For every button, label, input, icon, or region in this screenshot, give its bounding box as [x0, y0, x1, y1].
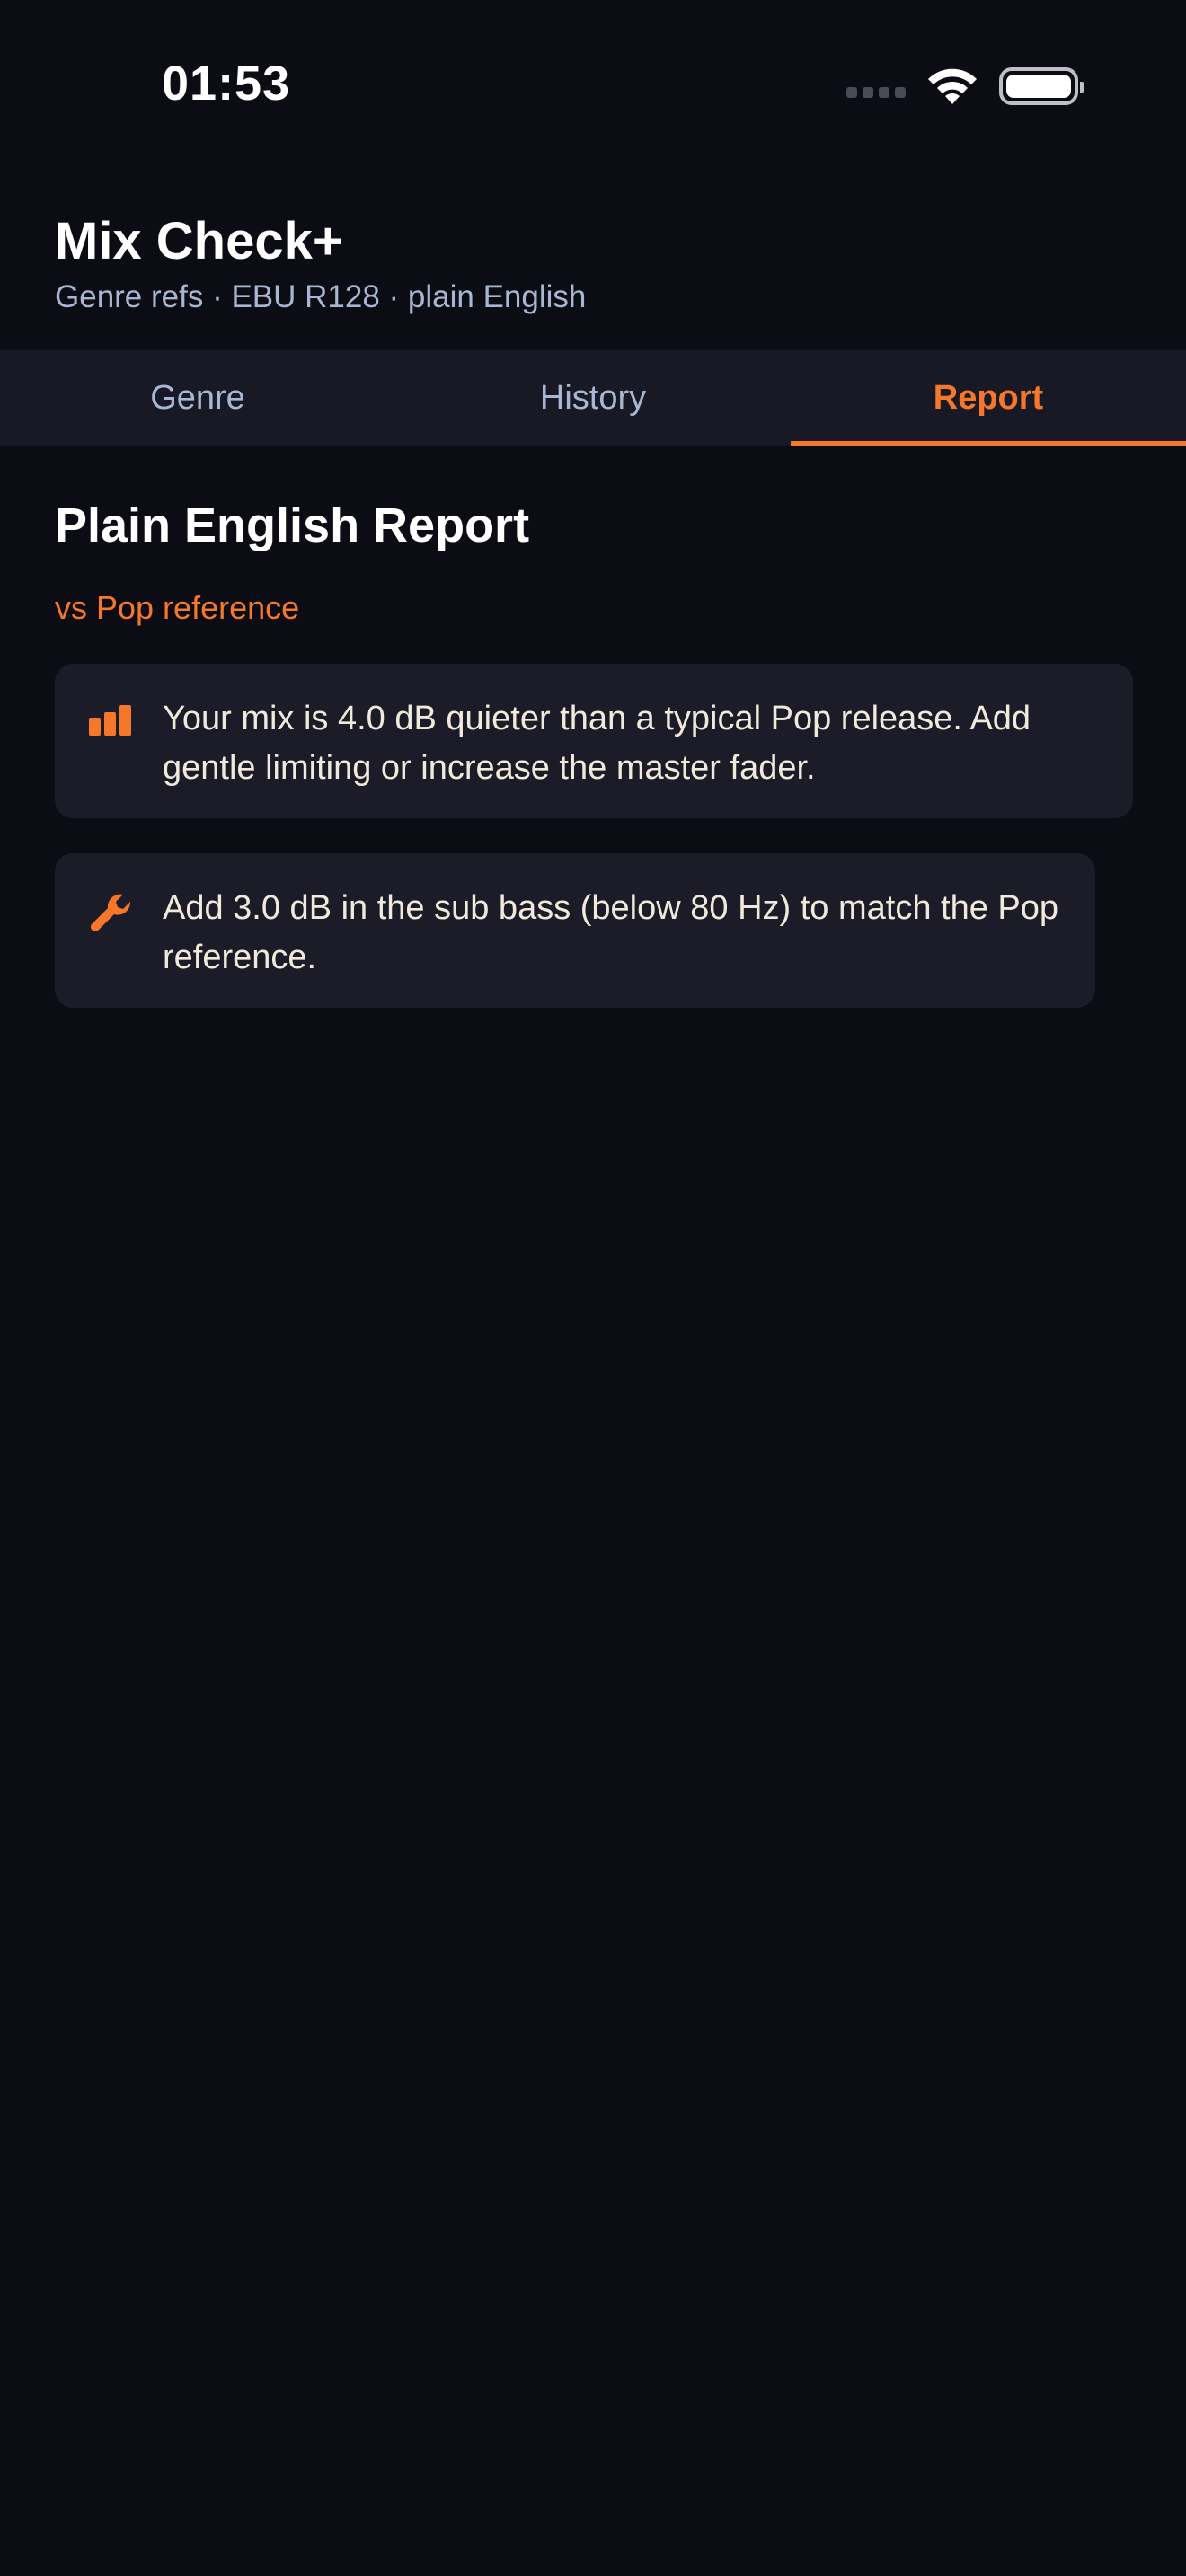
tab-report[interactable]: Report — [791, 350, 1186, 446]
report-item-text: Your mix is 4.0 dB quieter than a typica… — [163, 700, 1031, 787]
cellular-signal-icon — [846, 87, 906, 98]
report-item-text: Add 3.0 dB in the sub bass (below 80 Hz)… — [163, 889, 1059, 976]
tab-bar: Genre History Report — [0, 350, 1186, 446]
status-time: 01:53 — [162, 57, 291, 110]
report-screen: 01:53 Mix Check+ Genre refs · EBU R128 ·… — [0, 0, 1186, 2576]
report-title: Plain English Report — [55, 498, 530, 552]
report-item-loudness: Your mix is 4.0 dB quieter than a typica… — [55, 664, 1133, 818]
report-item-sub-bass: Add 3.0 dB in the sub bass (below 80 Hz)… — [55, 853, 1095, 1008]
tab-history[interactable]: History — [395, 350, 791, 446]
app-subtitle: Genre refs · EBU R128 · plain English — [55, 279, 587, 314]
wrench-icon — [91, 894, 131, 931]
wifi-icon — [928, 68, 977, 104]
status-bar: 01:53 — [0, 0, 1186, 171]
status-icons — [846, 66, 1084, 106]
battery-icon — [999, 67, 1084, 105]
reference-label: vs Pop reference — [55, 589, 300, 626]
app-title: Mix Check+ — [55, 212, 343, 270]
tab-genre[interactable]: Genre — [0, 350, 395, 446]
app-header: Mix Check+ Genre refs · EBU R128 · plain… — [55, 208, 586, 318]
bar-chart-icon — [89, 705, 131, 736]
